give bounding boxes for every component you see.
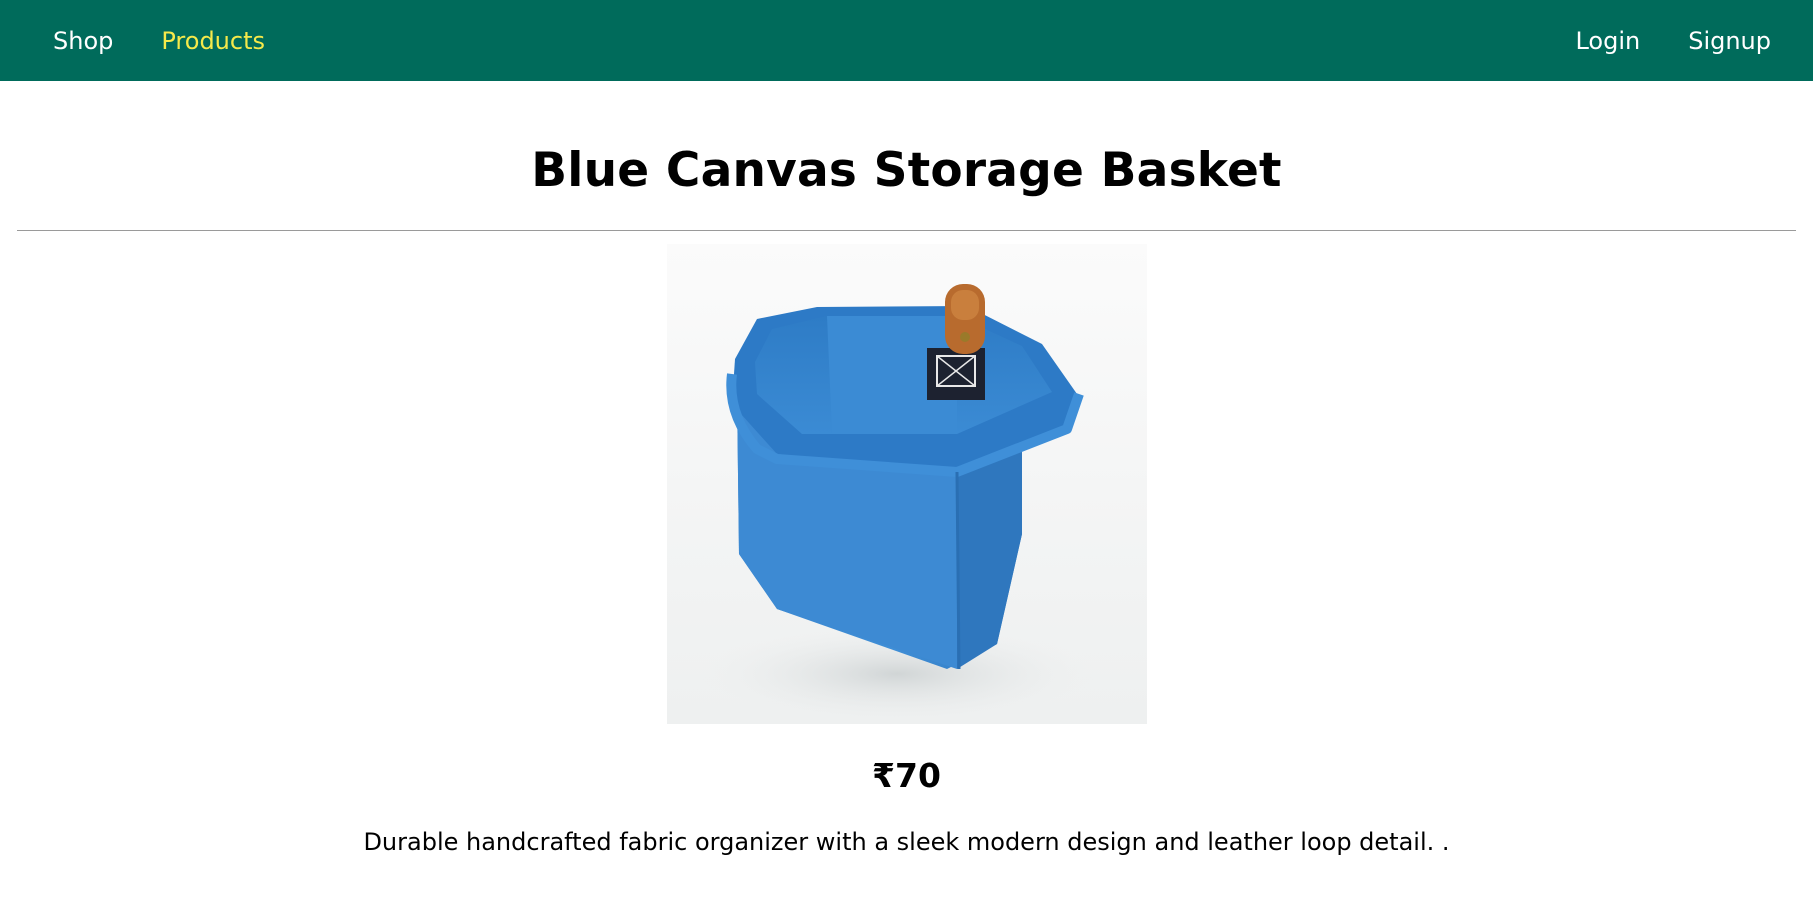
title-divider: [17, 230, 1796, 231]
nav-right: Login Signup: [1575, 0, 1813, 81]
nav-link-login[interactable]: Login: [1575, 27, 1640, 55]
top-navbar: Shop Products Login Signup: [0, 0, 1813, 81]
product-price: ₹70: [872, 756, 941, 795]
basket-illustration: [696, 284, 1097, 724]
product-image: [666, 244, 1147, 724]
nav-left: Shop Products: [53, 0, 265, 81]
product-title: Blue Canvas Storage Basket: [531, 143, 1282, 198]
nav-link-signup[interactable]: Signup: [1688, 27, 1771, 55]
nav-link-products[interactable]: Products: [161, 27, 265, 55]
product-detail: Blue Canvas Storage Basket ₹70 Durable h…: [0, 147, 1813, 857]
product-description: Durable handcrafted fabric organizer wit…: [363, 828, 1450, 856]
nav-link-shop[interactable]: Shop: [53, 27, 113, 55]
